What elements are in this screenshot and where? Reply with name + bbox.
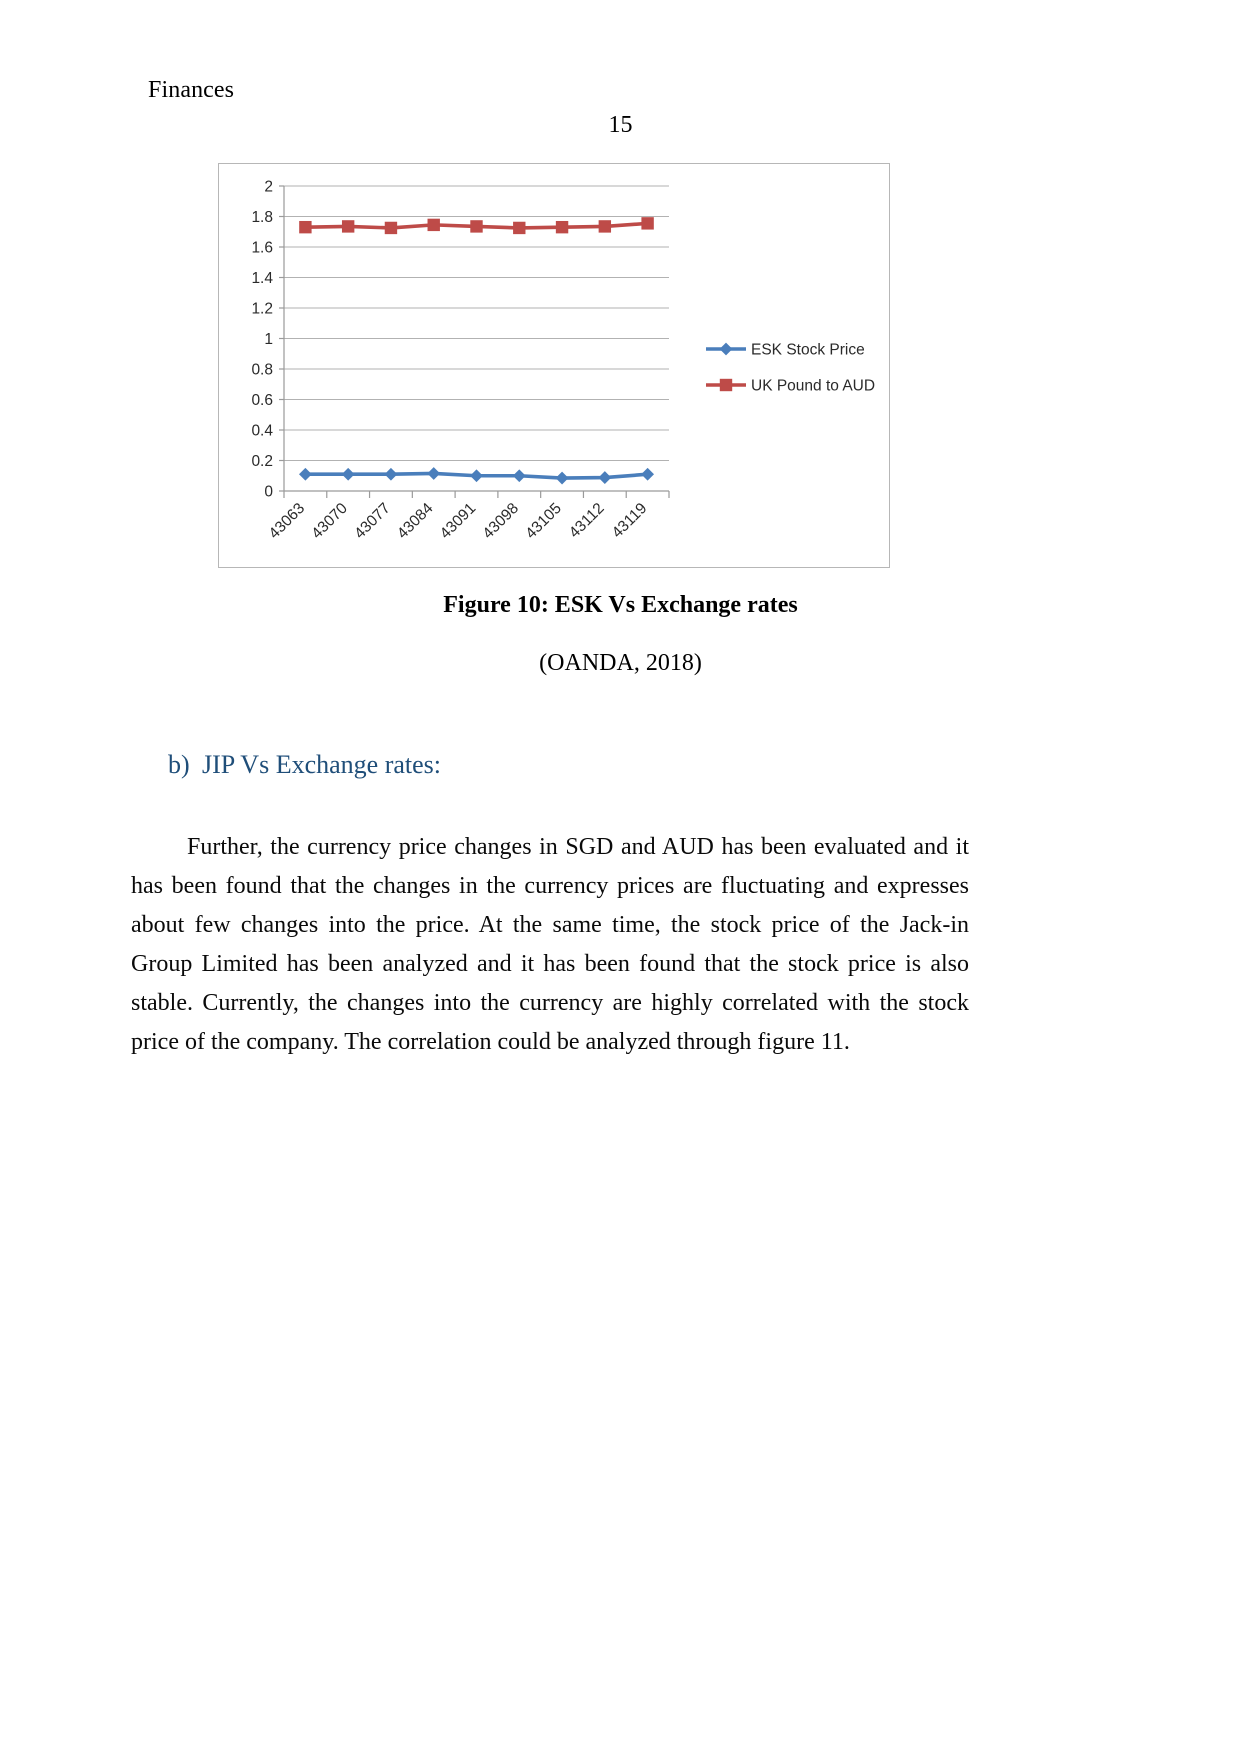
data-point-marker (299, 220, 312, 234)
x-tick-label: 43119 (609, 500, 651, 542)
y-tick-label: 2 (264, 179, 273, 196)
data-point-marker (470, 220, 483, 233)
x-tick-label: 43063 (266, 500, 309, 543)
data-point-marker (641, 467, 655, 481)
data-point-marker (555, 471, 569, 485)
data-point-marker (641, 217, 654, 230)
data-point-marker (427, 218, 440, 232)
x-tick-label: 43091 (437, 500, 480, 543)
data-point-marker (427, 467, 441, 480)
data-point-marker (598, 220, 612, 233)
y-tick-label: 1 (264, 331, 273, 348)
chart-series-1 (298, 467, 655, 485)
y-tick-label: 0 (264, 484, 273, 501)
chart-svg: 00.20.40.60.811.21.41.61.82 43063 43070 43… (251, 179, 875, 543)
chart-series-2 (299, 217, 654, 235)
x-tick-label: 43070 (308, 500, 351, 543)
data-point-marker (555, 220, 569, 234)
y-tick-label: 0.2 (251, 453, 273, 470)
data-point-marker (341, 220, 355, 233)
heading-text: JIP Vs Exchange rates (202, 750, 434, 779)
data-point-marker (513, 221, 526, 235)
data-point-marker (384, 221, 398, 235)
x-tick-label: 43077 (351, 500, 394, 543)
running-head: Finances (148, 77, 235, 103)
data-point-marker (384, 467, 398, 481)
data-point-marker (470, 469, 483, 483)
figure-source-citation: (OANDA, 2018) (539, 650, 702, 676)
legend-item-2[interactable]: UK Pound to AUD (706, 378, 875, 395)
x-tick-label: 43084 (394, 500, 437, 543)
body-paragraph: Further, the currency price changes in S… (131, 834, 969, 1055)
x-tick-label: 43105 (522, 500, 565, 543)
y-tick-label: 0.6 (251, 392, 273, 409)
heading-list-marker: b) (168, 750, 190, 779)
legend-marker (719, 378, 733, 392)
chart-y-axis-labels: 0 0.2 0.4 0.6 0.8 1 1.2 1.4 1.6 1.8 2 (251, 179, 273, 501)
document-page: Finances 15 0 0.2 0.4 0.6 0.8 1 1.2 1.4 1.6 1.8 2 … (0, 0, 1241, 1754)
chart-series-layer (298, 217, 655, 485)
legend-marker (719, 342, 733, 356)
page-number: 15 (608, 112, 633, 138)
legend-item-1[interactable]: ESK Stock Price (706, 342, 865, 359)
y-tick-label: 0.4 (251, 423, 273, 440)
chart-legend: ESK Stock Price UK Pound to AUD (706, 342, 875, 395)
chart-x-axis (283, 186, 670, 498)
data-point-marker (298, 467, 312, 481)
section-heading-b: b) JIP Vs Exchange rates: (168, 750, 441, 780)
heading-colon: : (433, 750, 442, 779)
chart-plot-area: 0 0.2 0.4 0.6 0.8 1 1.2 1.4 1.6 1.8 2 43063 43070 43… (219, 164, 889, 567)
x-tick-label: 43098 (480, 500, 523, 543)
data-point-marker (598, 471, 612, 484)
y-tick-label: 1.6 (251, 240, 273, 257)
legend-label: UK Pound to AUD (751, 378, 875, 395)
data-point-marker (512, 469, 526, 483)
y-tick-label: 0.8 (251, 362, 273, 379)
data-point-marker (341, 467, 355, 481)
y-tick-label: 1.4 (251, 270, 273, 287)
y-tick-label: 1.8 (251, 209, 273, 226)
x-tick-label: 43112 (566, 500, 608, 542)
figure-caption: Figure 10: ESK Vs Exchange rates (443, 592, 798, 618)
chart-figure: 0 0.2 0.4 0.6 0.8 1 1.2 1.4 1.6 1.8 2 43063 43070 43… (218, 163, 890, 568)
y-tick-label: 1.2 (251, 301, 273, 318)
legend-label: ESK Stock Price (751, 342, 865, 359)
chart-x-axis-labels: 43063 43070 43077 43084 43091 43098 43105 43112… (266, 500, 651, 543)
